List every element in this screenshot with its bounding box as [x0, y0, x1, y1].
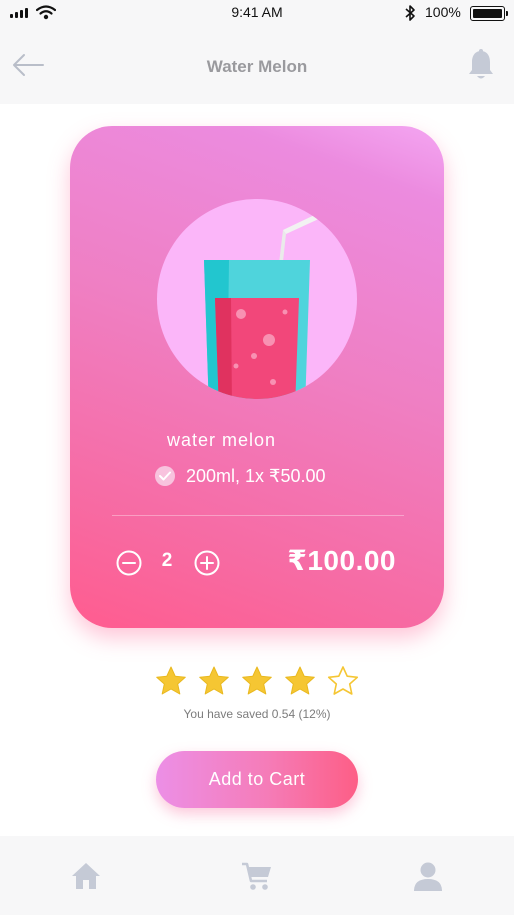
star-filled-icon[interactable] — [155, 665, 187, 697]
battery-percentage: 100% — [425, 4, 461, 20]
app-header: Water Melon — [0, 26, 514, 104]
home-icon[interactable] — [70, 860, 102, 892]
rating-stars — [155, 665, 359, 697]
product-card: water melon 200ml, 1x ₹50.00 2 ₹100.00 — [70, 126, 444, 628]
card-divider — [112, 515, 404, 516]
product-variant: 200ml, 1x ₹50.00 — [186, 466, 326, 486]
plus-icon[interactable] — [194, 550, 220, 576]
cart-icon[interactable] — [241, 860, 273, 892]
quantity-value: 2 — [161, 550, 173, 571]
battery-icon — [470, 6, 508, 21]
total-price: ₹100.00 — [287, 545, 396, 576]
juice-glass-illustration — [157, 199, 357, 399]
star-empty-icon[interactable] — [327, 665, 359, 697]
savings-text: You have saved 0.54 (12%) — [183, 707, 331, 721]
star-filled-icon[interactable] — [284, 665, 316, 697]
bottom-tab-bar — [0, 836, 514, 915]
user-icon[interactable] — [412, 860, 444, 892]
bluetooth-icon — [405, 5, 415, 21]
star-filled-icon[interactable] — [198, 665, 230, 697]
minus-icon[interactable] — [116, 550, 142, 576]
check-icon — [155, 466, 175, 486]
star-filled-icon[interactable] — [241, 665, 273, 697]
product-name: water melon — [167, 430, 277, 450]
bell-icon[interactable] — [466, 48, 496, 82]
add-to-cart-button[interactable]: Add to Cart — [156, 751, 358, 808]
status-bar: 9:41 AM 100% — [0, 0, 514, 26]
page-title: Water Melon — [206, 57, 308, 76]
